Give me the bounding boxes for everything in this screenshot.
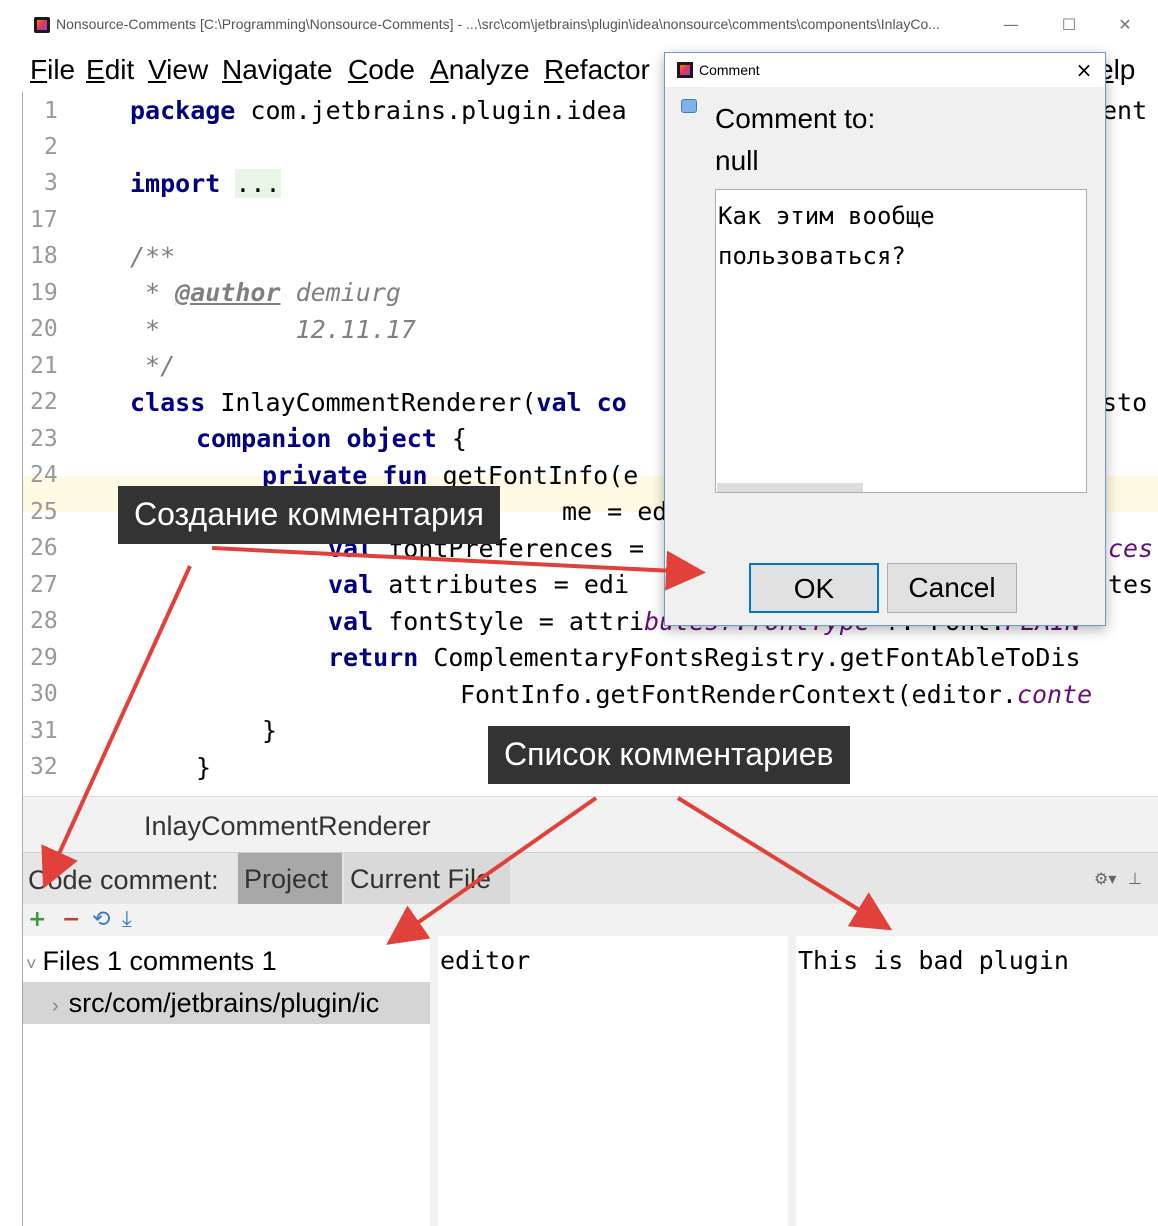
annotation-arrows [41,546,893,945]
arrow-to-tree [386,796,598,945]
arrow-to-comment-body [676,796,893,931]
arrow-to-add-button [41,565,192,889]
callout-create-comment: Создание комментария [118,486,500,544]
arrow-to-dialog [211,546,706,591]
callout-comment-list: Список комментариев [488,726,850,784]
